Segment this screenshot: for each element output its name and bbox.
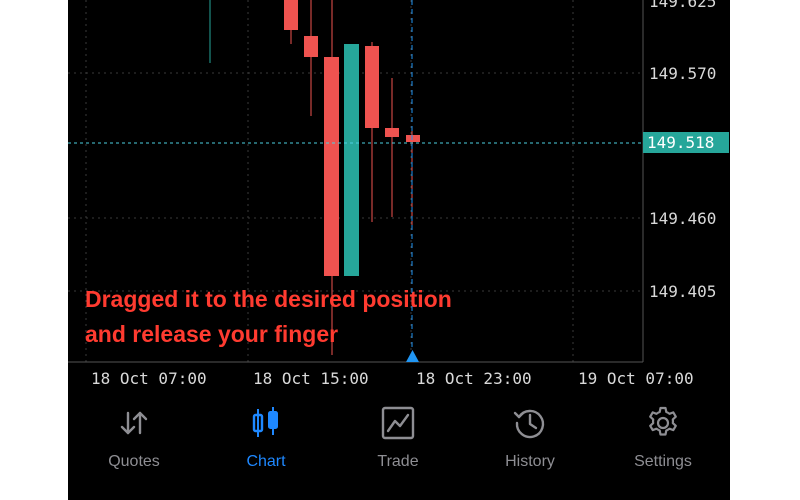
annotation-line-2: and release your finger	[85, 321, 339, 347]
instruction-annotation: Dragged it to the desired position and r…	[85, 282, 452, 352]
price-label: 149.460	[649, 209, 717, 228]
time-label: 18 Oct 23:00	[416, 369, 532, 388]
time-label: 18 Oct 15:00	[253, 369, 369, 388]
price-label: 149.405	[649, 282, 717, 301]
tab-quotes[interactable]: Quotes	[68, 395, 200, 500]
annotation-line-1: Dragged it to the desired position	[85, 286, 452, 312]
price-label: 149.625	[649, 0, 717, 11]
candle-bearish	[385, 128, 399, 137]
candle-bearish	[324, 57, 339, 276]
tab-chart[interactable]: Chart	[200, 395, 332, 500]
time-label: 18 Oct 07:00	[91, 369, 207, 388]
candle-bullish	[344, 44, 359, 276]
tab-label: Trade	[377, 453, 419, 470]
time-label: 19 Oct 07:00	[578, 369, 694, 388]
trade-chart-icon	[381, 406, 415, 440]
candle-bearish	[284, 0, 298, 30]
mobile-trading-app: 149.625 149.570 149.460 149.405 149.518 …	[68, 0, 730, 500]
quotes-arrows-icon	[120, 411, 148, 435]
price-label: 149.570	[649, 64, 717, 83]
tab-label: History	[505, 453, 555, 470]
candle-bearish	[406, 135, 420, 142]
gear-icon	[649, 406, 677, 436]
tab-label: Settings	[634, 453, 692, 470]
candle-bearish	[304, 36, 318, 57]
current-price-badge: 149.518	[643, 132, 729, 153]
tab-history[interactable]: History	[464, 395, 596, 500]
tab-label: Quotes	[108, 453, 160, 470]
tab-settings[interactable]: Settings	[597, 395, 729, 500]
candlestick-chart-icon	[252, 407, 278, 437]
candle-bearish	[365, 46, 379, 128]
tab-trade[interactable]: Trade	[332, 395, 464, 500]
history-clock-icon	[513, 409, 545, 439]
bottom-tab-bar: Quotes Chart Trade History Settings	[68, 395, 730, 500]
tab-label: Chart	[246, 453, 286, 470]
